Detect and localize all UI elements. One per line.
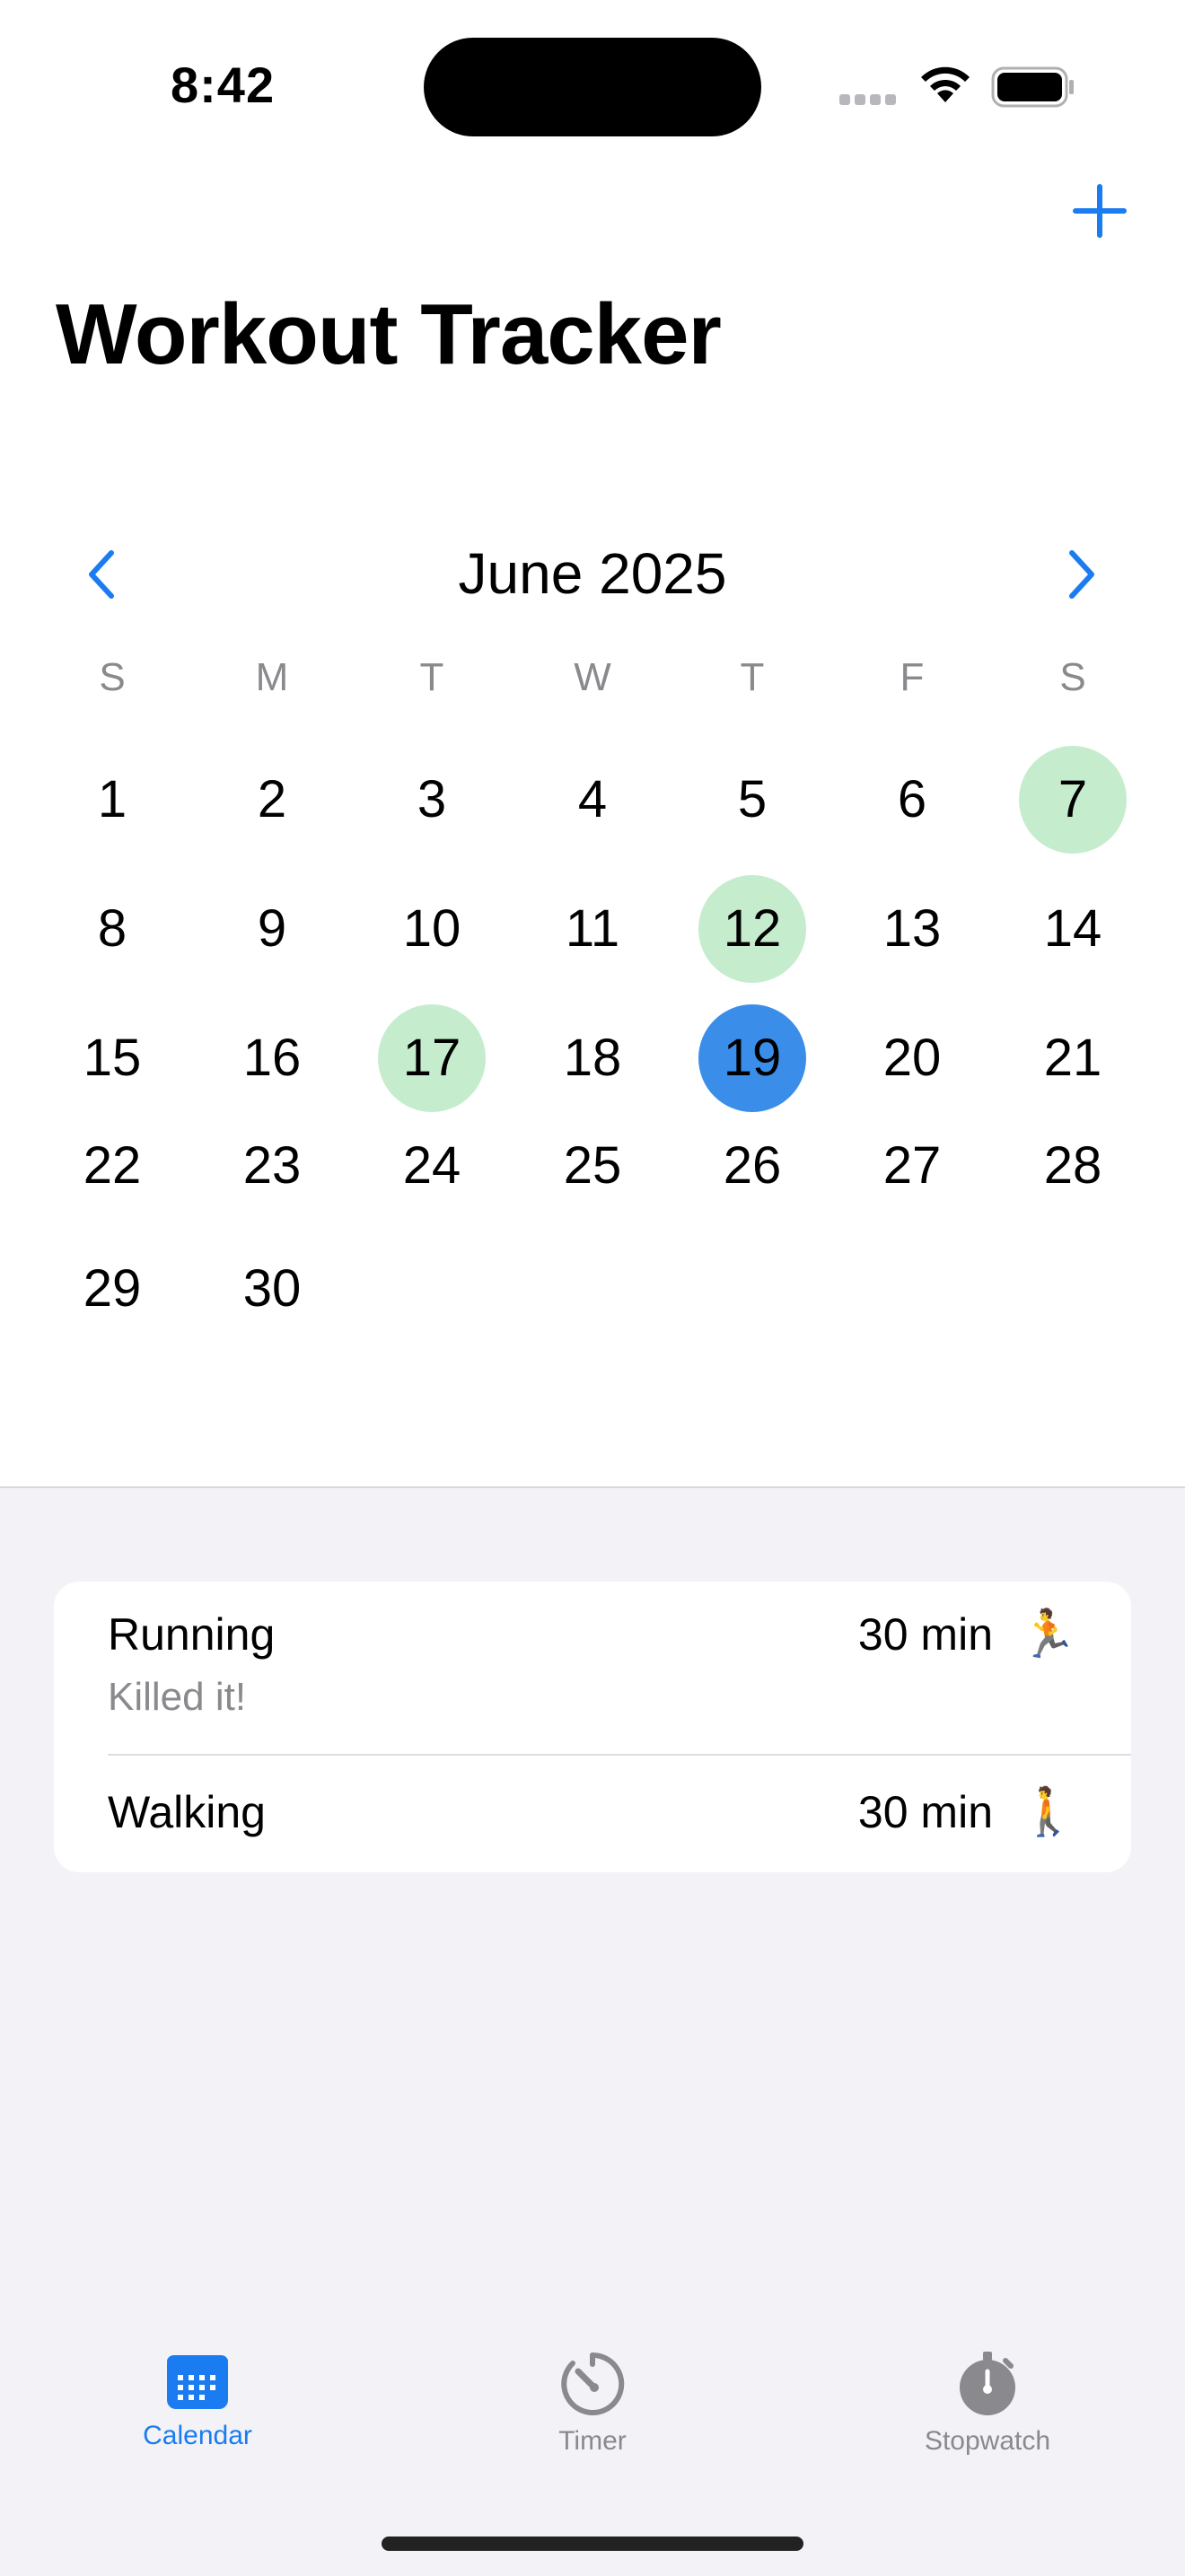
workout-duration: 30 min [857,1609,993,1660]
workout-duration: 30 min [857,1787,993,1837]
weekday-label: F [900,655,925,699]
calendar-day[interactable]: 13 [858,875,966,983]
calendar-day[interactable]: 24 [378,1112,486,1220]
calendar-day[interactable]: 14 [1019,875,1127,983]
cellular-signal-icon [839,93,902,105]
walking-person-icon: 🚶 [1019,1786,1077,1838]
weekday-label: S [1059,655,1086,699]
weekday-label: T [740,655,765,699]
weekday-row: S M T W T F S [0,655,1185,700]
workout-name: Running [108,1609,276,1660]
calendar-day[interactable]: 18 [539,1004,646,1112]
timer-icon [561,2352,625,2415]
calendar-header: June 2025 [0,535,1185,616]
workout-note: Killed it! [108,1675,247,1719]
calendar-day[interactable]: 28 [1019,1112,1127,1220]
calendar-day[interactable]: 1 [58,746,166,854]
dynamic-island [424,38,761,136]
calendar-day[interactable]: 30 [218,1235,326,1343]
calendar-day[interactable]: 23 [218,1112,326,1220]
calendar-day[interactable]: 17 [378,1004,486,1112]
tab-timer[interactable]: Timer [458,2352,727,2457]
tab-label: Timer [558,2426,627,2456]
workout-name: Walking [108,1787,266,1837]
calendar-day[interactable]: 19 [698,1004,806,1112]
calendar-day[interactable]: 29 [58,1235,166,1343]
calendar-day[interactable]: 21 [1019,1004,1127,1112]
calendar-day[interactable]: 2 [218,746,326,854]
calendar-day[interactable]: 16 [218,1004,326,1112]
status-time: 8:42 [171,57,276,113]
calendar-day[interactable]: 5 [698,746,806,854]
calendar-day[interactable]: 26 [698,1112,806,1220]
home-indicator [382,2537,803,2551]
calendar-day[interactable]: 9 [218,875,326,983]
stopwatch-icon [960,2352,1015,2415]
weekday-label: M [255,655,289,699]
calendar-day[interactable]: 27 [858,1112,966,1220]
workout-row-walking[interactable]: Walking 30 min 🚶 [54,1756,1131,1872]
weekday-label: T [419,655,444,699]
next-month-button[interactable] [1059,546,1102,603]
calendar-day[interactable]: 8 [58,875,166,983]
calendar-day[interactable]: 4 [539,746,646,854]
add-workout-button[interactable] [1068,180,1131,242]
weekday-label: W [574,655,611,699]
tab-label: Calendar [143,2421,252,2450]
calendar-day[interactable]: 12 [698,875,806,983]
weekday-label: S [99,655,126,699]
tab-stopwatch[interactable]: Stopwatch [853,2352,1122,2457]
workout-list: Running Killed it! 30 min 🏃 Walking 30 m… [54,1582,1131,1872]
workout-row-running[interactable]: Running Killed it! 30 min 🏃 [54,1582,1131,1754]
calendar-day[interactable]: 10 [378,875,486,983]
page-title: Workout Tracker [56,286,722,382]
wifi-icon [921,66,970,102]
calendar-day[interactable]: 7 [1019,746,1127,854]
status-bar: 8:42 [0,0,1185,171]
month-label: June 2025 [458,541,727,606]
tab-label: Stopwatch [924,2426,1051,2456]
calendar-icon [167,2355,228,2409]
calendar-day[interactable]: 3 [378,746,486,854]
tab-bar: Calendar Timer Stopwatch [0,2352,1185,2486]
running-person-icon: 🏃 [1019,1608,1077,1660]
battery-icon [991,66,1074,108]
calendar-day[interactable]: 20 [858,1004,966,1112]
calendar-day[interactable]: 11 [539,875,646,983]
calendar-day[interactable]: 15 [58,1004,166,1112]
calendar-day[interactable]: 22 [58,1112,166,1220]
calendar-day[interactable]: 6 [858,746,966,854]
tab-calendar[interactable]: Calendar [63,2352,332,2451]
calendar-day[interactable]: 25 [539,1112,646,1220]
